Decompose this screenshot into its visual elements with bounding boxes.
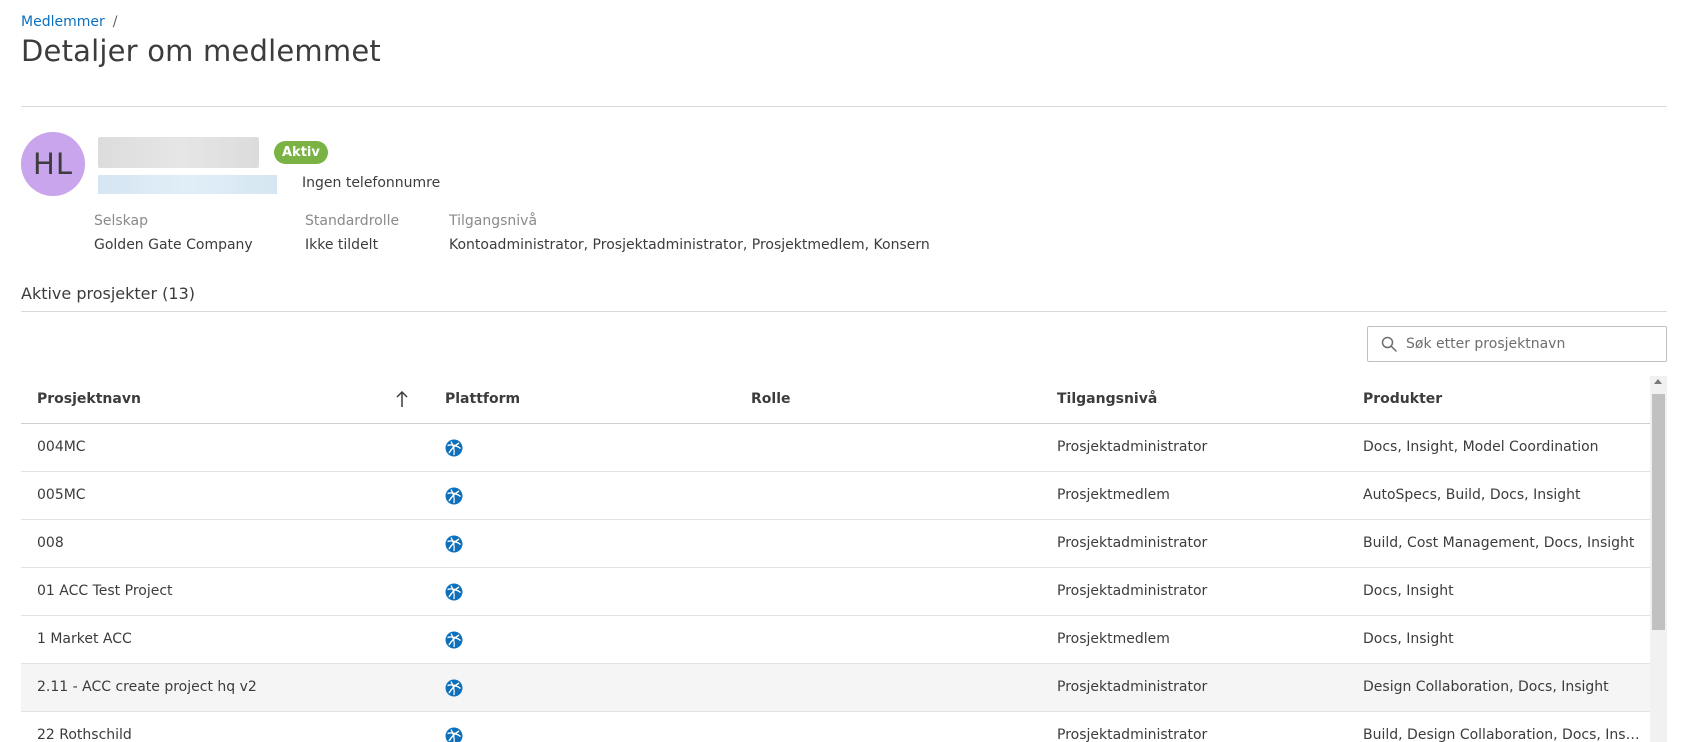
project-access-cell: Prosjektadministrator [1057, 679, 1208, 695]
table-row[interactable]: 1 Market ACC Prosjektmedlem Docs, Insight [21, 616, 1650, 664]
project-products-cell: Build, Cost Management, Docs, Insight [1363, 535, 1635, 551]
access-level-value: Kontoadministrator, Prosjektadministrato… [449, 237, 930, 253]
project-name-cell: 008 [37, 535, 64, 551]
project-products-cell: Docs, Insight [1363, 583, 1454, 599]
search-icon [1381, 336, 1397, 352]
company-value: Golden Gate Company [94, 237, 253, 253]
project-name-cell: 004MC [37, 439, 86, 455]
project-search-input[interactable] [1406, 327, 1661, 361]
table-row[interactable]: 2.11 - ACC create project hq v2 Prosjekta… [21, 664, 1650, 712]
active-projects-title: Aktive prosjekter (13) [21, 284, 196, 303]
project-products-cell: AutoSpecs, Build, Docs, Insight [1363, 487, 1581, 503]
globe-icon [445, 679, 463, 697]
sort-ascending-icon[interactable] [395, 390, 409, 408]
project-products-cell: Build, Design Collaboration, Docs, Insig… [1363, 727, 1643, 742]
projects-table: Prosjektnavn Plattform Rolle Tilgangsniv… [21, 376, 1667, 742]
project-name-cell: 1 Market ACC [37, 631, 132, 647]
header-divider [21, 106, 1667, 107]
section-divider [21, 311, 1667, 312]
column-header-role[interactable]: Rolle [751, 391, 791, 407]
project-access-cell: Prosjektadministrator [1057, 535, 1208, 551]
globe-icon [445, 727, 463, 742]
column-header-access-level[interactable]: Tilgangsnivå [1057, 391, 1157, 407]
table-row[interactable]: 005MC Prosjektmedlem AutoSpecs, Build, Doc… [21, 472, 1650, 520]
status-badge: Aktiv [274, 141, 328, 164]
project-access-cell: Prosjektadministrator [1057, 727, 1208, 742]
avatar: HL [21, 132, 85, 196]
project-name-cell: 01 ACC Test Project [37, 583, 173, 599]
column-header-project-name[interactable]: Prosjektnavn [37, 391, 141, 407]
scrollbar-thumb[interactable] [1652, 394, 1665, 630]
project-name-cell: 2.11 - ACC create project hq v2 [37, 679, 257, 695]
default-role-label: Standardrolle [305, 213, 400, 229]
default-role-value: Ikke tildelt [305, 237, 379, 253]
table-header: Prosjektnavn Plattform Rolle Tilgangsniv… [21, 376, 1650, 424]
project-products-cell: Docs, Insight, Model Coordination [1363, 439, 1599, 455]
globe-icon [445, 439, 463, 457]
project-products-cell: Docs, Insight [1363, 631, 1454, 647]
table-scrollbar[interactable] [1650, 376, 1667, 742]
company-label: Selskap [94, 213, 149, 229]
project-access-cell: Prosjektadministrator [1057, 439, 1208, 455]
breadcrumb: Medlemmer / [21, 14, 117, 30]
table-row[interactable]: 01 ACC Test Project Prosjektadministrator… [21, 568, 1650, 616]
scroll-up-arrow-icon[interactable] [1654, 379, 1662, 384]
column-header-products[interactable]: Produkter [1363, 391, 1442, 407]
globe-icon [445, 631, 463, 649]
globe-icon [445, 487, 463, 505]
page-title: Detaljer om medlemmet [21, 34, 381, 68]
member-name-redacted [98, 137, 259, 168]
table-row[interactable]: 008 Prosjektadministrator Build, Cost Mana… [21, 520, 1650, 568]
project-access-cell: Prosjektmedlem [1057, 487, 1170, 503]
project-search-box[interactable] [1367, 326, 1667, 362]
project-name-cell: 005MC [37, 487, 86, 503]
phone-numbers: Ingen telefonnumre [302, 175, 441, 191]
column-header-platform[interactable]: Plattform [445, 391, 520, 407]
access-level-label: Tilgangsnivå [449, 213, 538, 229]
member-email-redacted [98, 175, 277, 194]
project-access-cell: Prosjektmedlem [1057, 631, 1170, 647]
breadcrumb-separator: / [112, 14, 118, 30]
project-access-cell: Prosjektadministrator [1057, 583, 1208, 599]
breadcrumb-members-link[interactable]: Medlemmer [21, 14, 105, 30]
project-products-cell: Design Collaboration, Docs, Insight [1363, 679, 1609, 695]
project-name-cell: 22 Rothschild [37, 727, 132, 742]
globe-icon [445, 535, 463, 553]
table-row[interactable]: 22 Rothschild Prosjektadministrator Build,… [21, 712, 1650, 742]
member-details-page: Medlemmer / Detaljer om medlemmet HL Akti… [21, 0, 1667, 742]
table-row[interactable]: 004MC Prosjektadministrator Docs, Insight,… [21, 424, 1650, 472]
globe-icon [445, 583, 463, 601]
